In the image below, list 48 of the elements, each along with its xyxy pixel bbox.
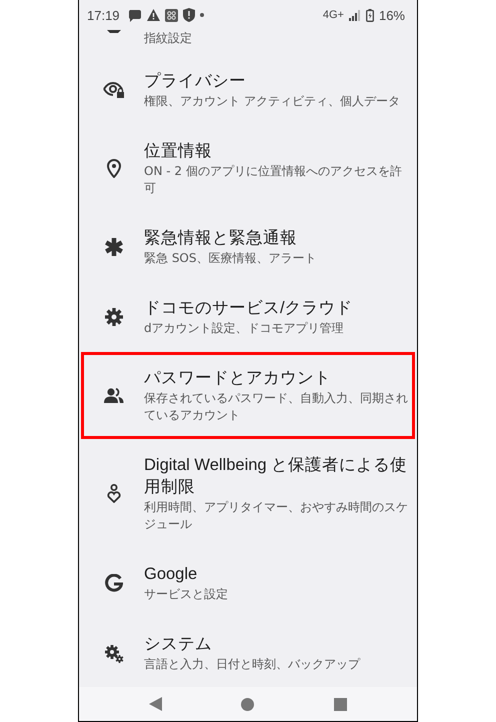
item-title: Google	[144, 564, 198, 585]
item-title: プライバシー	[144, 71, 247, 92]
settings-item[interactable]: Google サービスと設定	[81, 548, 415, 618]
app-grid-icon	[164, 8, 178, 22]
item-subtitle: 指紋設定	[144, 30, 192, 47]
people-icon	[104, 388, 124, 403]
shield-icon	[182, 8, 195, 22]
highlighted-settings-item[interactable]: パスワードとアカウント 保存されているパスワード、自動入力、同期されているアカウント	[81, 352, 415, 439]
settings-item[interactable]: 位置情報 ON - 2 個のアプリに位置情報へのアクセスを許可	[81, 125, 415, 212]
item-subtitle: 権限、アカウント アクティビティ、個人データ	[144, 93, 400, 110]
chat-bubble-icon	[128, 8, 142, 22]
battery-level: 16%	[378, 8, 405, 22]
item-subtitle: 言語と入力、日付と時刻、バックアップ	[144, 656, 360, 673]
settings-item[interactable]: プライバシー 権限、アカウント アクティビティ、個人データ	[81, 55, 415, 125]
eye-lock-icon	[103, 81, 125, 99]
item-title: Digital Wellbeing と保護者による使用制限	[144, 455, 408, 498]
item-title: ドコモのサービス/クラウド	[144, 298, 353, 319]
item-subtitle: 利用時間、アプリタイマー、おやすみ時間のスケジュール	[144, 499, 409, 533]
settings-item[interactable]: 指紋設定	[84, 30, 412, 55]
home-icon[interactable]	[241, 698, 254, 710]
heart-person-icon	[107, 484, 121, 503]
settings-item[interactable]: システム 言語と入力、日付と時刻、バックアップ	[81, 618, 415, 688]
item-subtitle: ON - 2 個のアプリに位置情報へのアクセスを許可	[144, 163, 403, 197]
settings-item[interactable]: 緊急情報と緊急通報 緊急 SOS、医療情報、アラート	[81, 212, 415, 282]
location-pin-icon	[107, 159, 121, 178]
settings-item[interactable]: Digital Wellbeing と保護者による使用制限 利用時間、アプリタイマー、おやすみ時間のスケジュール	[81, 439, 415, 548]
gear-icon	[105, 308, 123, 326]
recents-icon[interactable]	[334, 698, 348, 710]
battery-icon	[366, 8, 374, 22]
back-icon[interactable]	[148, 697, 162, 711]
dot-icon	[200, 13, 204, 17]
item-subtitle: 緊急 SOS、医療情報、アラート	[144, 250, 316, 267]
scrolled-icon	[107, 30, 121, 34]
network-type: 4G+	[322, 9, 344, 21]
item-subtitle: サービスと設定	[144, 586, 228, 603]
status-time: 17:19	[87, 8, 120, 22]
item-title: システム	[144, 634, 213, 655]
item-title: 緊急情報と緊急通報	[144, 228, 298, 249]
asterisk-icon	[105, 238, 123, 256]
warning-icon	[146, 9, 160, 21]
item-subtitle: 保存されているパスワード、自動入力、同期されているアカウント	[144, 390, 409, 424]
item-title: 位置情報	[144, 141, 213, 162]
signal-icon	[348, 10, 361, 20]
item-subtitle: dアカウント設定、ドコモアプリ管理	[144, 320, 345, 337]
item-title: パスワードとアカウント	[144, 368, 332, 389]
gears-icon	[104, 644, 124, 662]
google-g-icon	[105, 574, 123, 592]
settings-item[interactable]: ドコモのサービス/クラウド dアカウント設定、ドコモアプリ管理	[81, 282, 415, 352]
